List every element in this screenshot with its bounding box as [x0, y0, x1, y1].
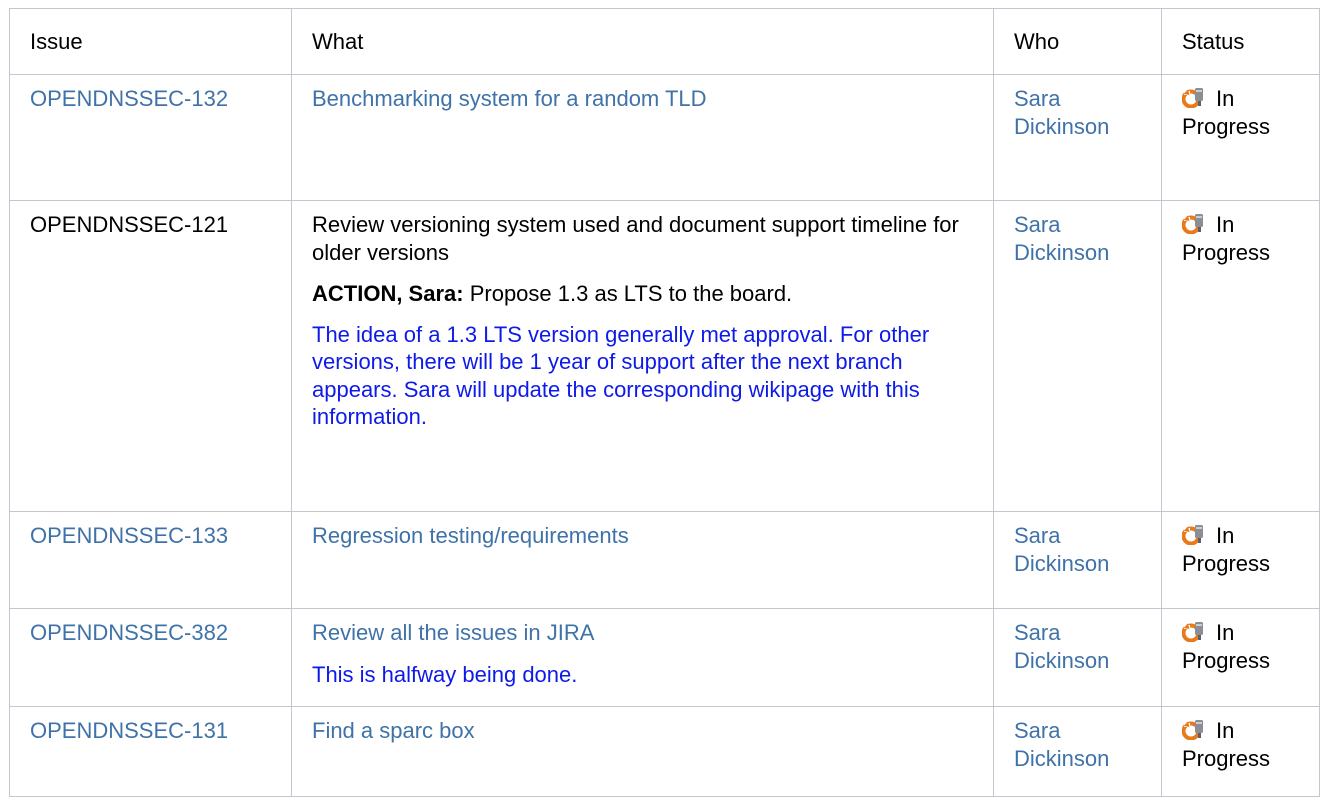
who-cell: Sara Dickinson	[993, 511, 1162, 610]
status-cell: In Progress	[1161, 706, 1320, 797]
table-header-row: Issue What Who Status	[9, 7, 1320, 76]
issue-cell: OPENDNSSEC-121	[9, 200, 292, 513]
note-text: The idea of a 1.3 LTS version generally …	[312, 322, 930, 429]
what-cell: Benchmarking system for a random TLD	[291, 74, 994, 202]
status-cell: In Progress	[1161, 511, 1320, 610]
status-cell: In Progress	[1161, 608, 1320, 708]
issue-summary-link[interactable]: Benchmarking system for a random TLD	[312, 86, 707, 111]
who-cell: Sara Dickinson	[993, 74, 1162, 202]
header-status: Status	[1161, 7, 1320, 76]
issues-table: Issue What Who Status OPENDNSSEC-132 Ben…	[9, 7, 1320, 797]
table-row: OPENDNSSEC-382 Review all the issues in …	[9, 608, 1320, 708]
header-issue: Issue	[9, 7, 292, 76]
in-progress-icon	[1181, 212, 1208, 235]
issue-cell: OPENDNSSEC-382	[9, 608, 292, 708]
header-what: What	[291, 7, 994, 76]
issue-cell: OPENDNSSEC-131	[9, 706, 292, 797]
who-cell: Sara Dickinson	[993, 706, 1162, 797]
action-label: ACTION, Sara:	[312, 280, 464, 306]
issue-cell: OPENDNSSEC-132	[9, 74, 292, 202]
header-who: Who	[993, 7, 1162, 76]
table-row: OPENDNSSEC-132 Benchmarking system for a…	[9, 74, 1320, 202]
what-cell: Review all the issues in JIRA This is ha…	[291, 608, 994, 708]
issue-link[interactable]: OPENDNSSEC-131	[30, 718, 228, 743]
what-cell: Regression testing/requirements	[291, 511, 994, 610]
issue-key: OPENDNSSEC-121	[30, 212, 229, 238]
table-row: OPENDNSSEC-131 Find a sparc box Sara Dic…	[9, 706, 1320, 797]
who-cell: Sara Dickinson	[993, 200, 1162, 513]
in-progress-icon	[1181, 86, 1208, 109]
what-cell: Review versioning system used and docume…	[291, 200, 994, 513]
in-progress-icon	[1181, 523, 1208, 546]
assignee-link[interactable]: Sara Dickinson	[1014, 212, 1109, 264]
issue-cell: OPENDNSSEC-133	[9, 511, 292, 610]
assignee-link[interactable]: Sara Dickinson	[1014, 620, 1109, 672]
issue-link[interactable]: OPENDNSSEC-133	[30, 523, 228, 548]
status-cell: In Progress	[1161, 200, 1320, 513]
in-progress-icon	[1181, 718, 1208, 741]
assignee-link[interactable]: Sara Dickinson	[1014, 86, 1109, 138]
table-row: OPENDNSSEC-121 Review versioning system …	[9, 200, 1320, 513]
issue-summary-link[interactable]: Find a sparc box	[312, 718, 475, 743]
issue-link[interactable]: OPENDNSSEC-382	[30, 620, 228, 645]
status-cell: In Progress	[1161, 74, 1320, 202]
who-cell: Sara Dickinson	[993, 608, 1162, 708]
assignee-link[interactable]: Sara Dickinson	[1014, 718, 1109, 770]
assignee-link[interactable]: Sara Dickinson	[1014, 523, 1109, 575]
issue-link[interactable]: OPENDNSSEC-132	[30, 86, 228, 111]
table-row: OPENDNSSEC-133 Regression testing/requir…	[9, 511, 1320, 610]
issue-summary-link[interactable]: Review all the issues in JIRA	[312, 620, 594, 645]
action-text: Propose 1.3 as LTS to the board.	[463, 280, 793, 306]
in-progress-icon	[1181, 620, 1208, 643]
what-cell: Find a sparc box	[291, 706, 994, 797]
issue-summary-link[interactable]: Regression testing/requirements	[312, 523, 629, 548]
action-item: ACTION, Sara: Propose 1.3 as LTS to the …	[312, 280, 979, 307]
note-text: This is halfway being done.	[312, 661, 578, 687]
issue-summary: Review versioning system used and docume…	[312, 212, 959, 265]
